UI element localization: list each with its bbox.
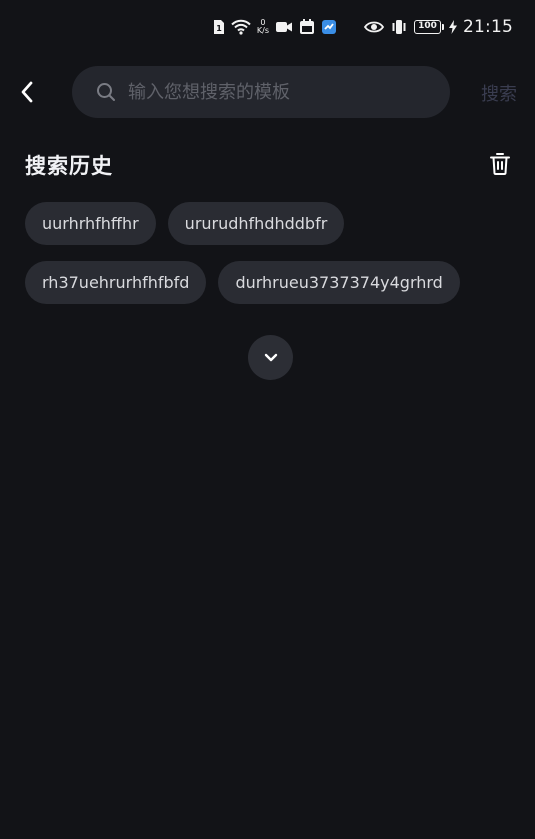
- search-history-title: 搜索历史: [25, 154, 113, 178]
- status-bar: 1 0 K/s 100 21:15: [0, 0, 535, 54]
- expand-history-button[interactable]: [248, 335, 293, 380]
- status-time: 21:15: [463, 17, 513, 37]
- history-tag[interactable]: durhrueu3737374y4grhrd: [218, 261, 460, 304]
- eye-comfort-icon: [364, 20, 384, 34]
- network-speed: 0 K/s: [257, 19, 269, 35]
- search-icon: [97, 83, 115, 101]
- search-header: 搜索: [0, 66, 535, 118]
- network-speed-unit: K/s: [256, 26, 269, 35]
- search-box[interactable]: [72, 66, 450, 118]
- svg-text:1: 1: [216, 24, 222, 33]
- history-tag[interactable]: ururudhfhdhddbfr: [167, 202, 345, 245]
- history-tag-list: uurhrhfhffhr ururudhfhdhddbfr rh37uehrur…: [25, 202, 505, 304]
- battery-level: 100: [418, 21, 437, 31]
- search-screen: 1 0 K/s 100 21:15 输入您想搜索的模板 搜索 搜索历史 uurh…: [0, 0, 535, 839]
- search-input[interactable]: [128, 81, 450, 103]
- chevron-down-icon: [264, 353, 277, 362]
- clear-history-button[interactable]: [487, 150, 513, 178]
- history-tag[interactable]: uurhrhfhffhr: [25, 202, 156, 245]
- trash-icon: [490, 153, 510, 175]
- charging-bolt-icon: [449, 20, 457, 34]
- video-camera-icon: [275, 21, 293, 33]
- battery-icon: 100: [414, 20, 444, 34]
- wifi-icon: [231, 19, 251, 35]
- chevron-left-icon: [21, 81, 33, 103]
- app-notification-icon: [321, 19, 337, 35]
- vibrate-icon: [390, 19, 408, 35]
- calendar-icon: [299, 19, 315, 35]
- sim-card-icon: 1: [213, 19, 225, 35]
- back-button[interactable]: [20, 66, 60, 118]
- search-button[interactable]: 搜索: [481, 80, 517, 106]
- history-tag[interactable]: rh37uehrurhfhfbfd: [25, 261, 207, 304]
